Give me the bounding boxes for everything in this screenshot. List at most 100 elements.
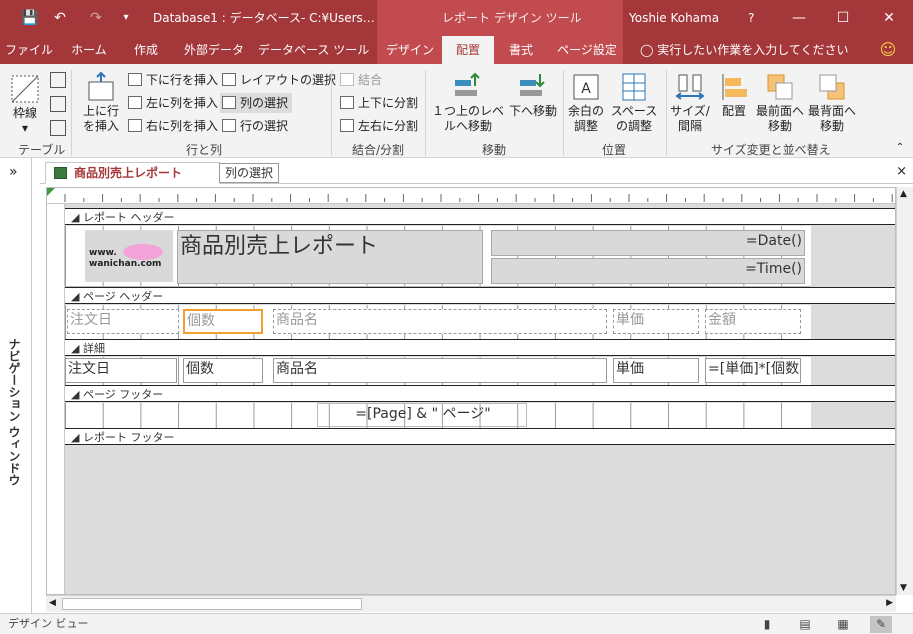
section-header-page-header[interactable]: ◢ ページ ヘッダー bbox=[65, 287, 895, 304]
move-up-icon bbox=[455, 72, 480, 96]
customize-icon[interactable]: ▾ bbox=[116, 0, 136, 36]
report-view-icon[interactable]: ▮ bbox=[756, 616, 778, 633]
section-header-report-footer[interactable]: ◢ レポート フッター bbox=[65, 428, 895, 445]
margins-button[interactable]: A 余白の調整 bbox=[566, 72, 606, 134]
group-label-move: 移動 bbox=[482, 143, 507, 157]
layout-view-icon[interactable]: ▦ bbox=[832, 616, 854, 633]
horizontal-ruler bbox=[47, 188, 895, 204]
field-unit-price[interactable]: 単価 bbox=[613, 358, 699, 383]
tabular-icon[interactable] bbox=[50, 96, 66, 112]
merge-icon bbox=[340, 73, 354, 86]
section-header-page-footer[interactable]: ◢ ページ フッター bbox=[65, 385, 895, 402]
scroll-up-icon[interactable]: ▲ bbox=[900, 189, 907, 199]
section-header-detail[interactable]: ◢ 詳細 bbox=[65, 339, 895, 356]
merge-button[interactable]: 結合 bbox=[340, 70, 382, 90]
report-title[interactable]: 商品別売上レポート bbox=[177, 230, 483, 284]
minimize-icon[interactable]: — bbox=[784, 0, 814, 36]
header-label-unit-price[interactable]: 単価 bbox=[613, 309, 699, 334]
move-down-button[interactable]: 下へ移動 bbox=[508, 72, 558, 119]
title-bar: 💾 ↶ ↷ ▾ Database1 : データベース- C:¥Users… レポ… bbox=[0, 0, 913, 36]
document-tab-report[interactable]: 商品別売上レポート bbox=[45, 162, 220, 184]
help-button[interactable]: ? bbox=[748, 0, 754, 36]
split-vertical-button[interactable]: 上下に分割 bbox=[340, 93, 418, 113]
time-field[interactable]: =Time() bbox=[491, 258, 805, 284]
page-header-body[interactable]: 注文日 個数 商品名 単価 金額 bbox=[65, 305, 811, 339]
insert-above-icon bbox=[88, 72, 114, 101]
report-design-canvas[interactable]: ◢ レポート ヘッダー www. wanichan.com 商品別売上レポート … bbox=[46, 187, 896, 595]
user-name[interactable]: Yoshie Kohama bbox=[629, 0, 719, 36]
nav-toggle-button[interactable]: » bbox=[9, 164, 18, 180]
field-quantity[interactable]: 個数 bbox=[183, 358, 263, 383]
bring-front-label: 最前面へ移動 bbox=[755, 104, 804, 133]
redo-icon[interactable]: ↷ bbox=[84, 0, 108, 36]
stacked-icon[interactable] bbox=[50, 72, 66, 88]
tab-page-setup[interactable]: ページ設定 bbox=[552, 36, 622, 64]
insert-above-button[interactable]: 上に行を挿入 bbox=[78, 72, 124, 134]
insert-below-button[interactable]: 下に行を挿入 bbox=[128, 70, 218, 90]
send-back-button[interactable]: 最背面へ移動 bbox=[806, 72, 858, 134]
padding-button[interactable]: スペースの調整 bbox=[608, 72, 660, 134]
tab-file[interactable]: ファイル bbox=[4, 36, 54, 64]
align-button[interactable]: 配置 bbox=[714, 72, 754, 119]
gridlines-button[interactable]: 枠線 ▾ bbox=[8, 74, 42, 136]
report-header-body[interactable]: www. wanichan.com 商品別売上レポート =Date() =Tim… bbox=[65, 226, 811, 287]
design-view-icon[interactable]: ✎ bbox=[870, 616, 892, 633]
field-order-date[interactable]: 注文日 bbox=[65, 358, 177, 383]
split-horizontal-button[interactable]: 左右に分割 bbox=[340, 116, 418, 136]
header-label-quantity[interactable]: 個数 bbox=[183, 309, 263, 334]
size-spacing-button[interactable]: サイズ/間隔 bbox=[670, 72, 710, 134]
header-label-amount[interactable]: 金額 bbox=[705, 309, 801, 334]
save-icon[interactable]: 💾 bbox=[18, 0, 42, 36]
field-product-name[interactable]: 商品名 bbox=[273, 358, 607, 383]
margins-icon: A bbox=[573, 74, 599, 100]
bring-front-button[interactable]: 最前面へ移動 bbox=[754, 72, 806, 134]
select-column-button[interactable]: 列の選択 bbox=[220, 93, 293, 113]
navigation-pane[interactable]: » ナビゲーション ウィンドウ bbox=[0, 158, 32, 613]
scroll-down-icon[interactable]: ▼ bbox=[900, 583, 907, 593]
tab-external-data[interactable]: 外部データ bbox=[178, 36, 250, 64]
header-label-order-date[interactable]: 注文日 bbox=[67, 309, 179, 334]
logo-image[interactable]: www. wanichan.com bbox=[85, 230, 173, 282]
smiley-icon[interactable]: ☺ bbox=[876, 36, 900, 64]
insert-left-button[interactable]: 左に列を挿入 bbox=[128, 93, 218, 113]
tab-create[interactable]: 作成 bbox=[122, 36, 170, 64]
select-column-label: 列の選択 bbox=[240, 96, 289, 110]
margins-label: 余白の調整 bbox=[567, 104, 604, 133]
undo-icon[interactable]: ↶ bbox=[48, 0, 72, 36]
page-footer-body[interactable]: =[Page] & " ページ" bbox=[65, 403, 811, 428]
tell-me-box[interactable]: ◯ 実行したい作業を入力してください bbox=[640, 36, 849, 64]
tab-database-tools[interactable]: データベース ツール bbox=[258, 36, 369, 64]
collapse-ribbon-icon[interactable]: ⌃ bbox=[893, 140, 907, 155]
move-up-button[interactable]: １つ上のレベルへ移動 bbox=[430, 72, 506, 134]
send-back-label: 最背面へ移動 bbox=[807, 104, 856, 133]
insert-left-icon bbox=[128, 96, 142, 109]
insert-above-label: 上に行を挿入 bbox=[82, 104, 119, 133]
date-field[interactable]: =Date() bbox=[491, 230, 805, 256]
scroll-thumb[interactable] bbox=[62, 598, 362, 610]
remove-layout-icon[interactable] bbox=[50, 120, 66, 136]
select-row-button[interactable]: 行の選択 bbox=[222, 116, 288, 136]
vertical-scrollbar[interactable]: ▲ ▼ bbox=[896, 187, 913, 595]
page-number-field[interactable]: =[Page] & " ページ" bbox=[317, 403, 527, 427]
close-icon[interactable]: ✕ bbox=[874, 0, 904, 36]
field-amount[interactable]: =[単価]*[個数] bbox=[705, 358, 801, 383]
section-header-report-header[interactable]: ◢ レポート ヘッダー bbox=[65, 208, 895, 225]
select-layout-button[interactable]: レイアウトの選択 bbox=[222, 70, 336, 90]
tab-format[interactable]: 書式 bbox=[498, 36, 544, 64]
tab-design[interactable]: デザイン bbox=[381, 36, 439, 64]
print-preview-icon[interactable]: ▤ bbox=[794, 616, 816, 633]
tab-arrange[interactable]: 配置 bbox=[442, 36, 494, 64]
tab-home[interactable]: ホーム bbox=[62, 36, 116, 64]
close-document-button[interactable]: × bbox=[896, 162, 907, 182]
restore-icon[interactable]: ☐ bbox=[828, 0, 858, 36]
header-label-product-name[interactable]: 商品名 bbox=[273, 309, 607, 334]
separator bbox=[666, 70, 667, 156]
scroll-left-icon[interactable]: ◀ bbox=[49, 598, 56, 608]
align-icon bbox=[722, 74, 747, 100]
bring-front-icon bbox=[767, 74, 793, 100]
move-down-label: 下へ移動 bbox=[508, 104, 557, 118]
horizontal-scrollbar[interactable]: ◀ ▶ bbox=[46, 595, 896, 612]
detail-body[interactable]: 注文日 個数 商品名 単価 =[単価]*[個数] bbox=[65, 357, 811, 385]
insert-right-button[interactable]: 右に列を挿入 bbox=[128, 116, 218, 136]
scroll-right-icon[interactable]: ▶ bbox=[886, 598, 893, 608]
